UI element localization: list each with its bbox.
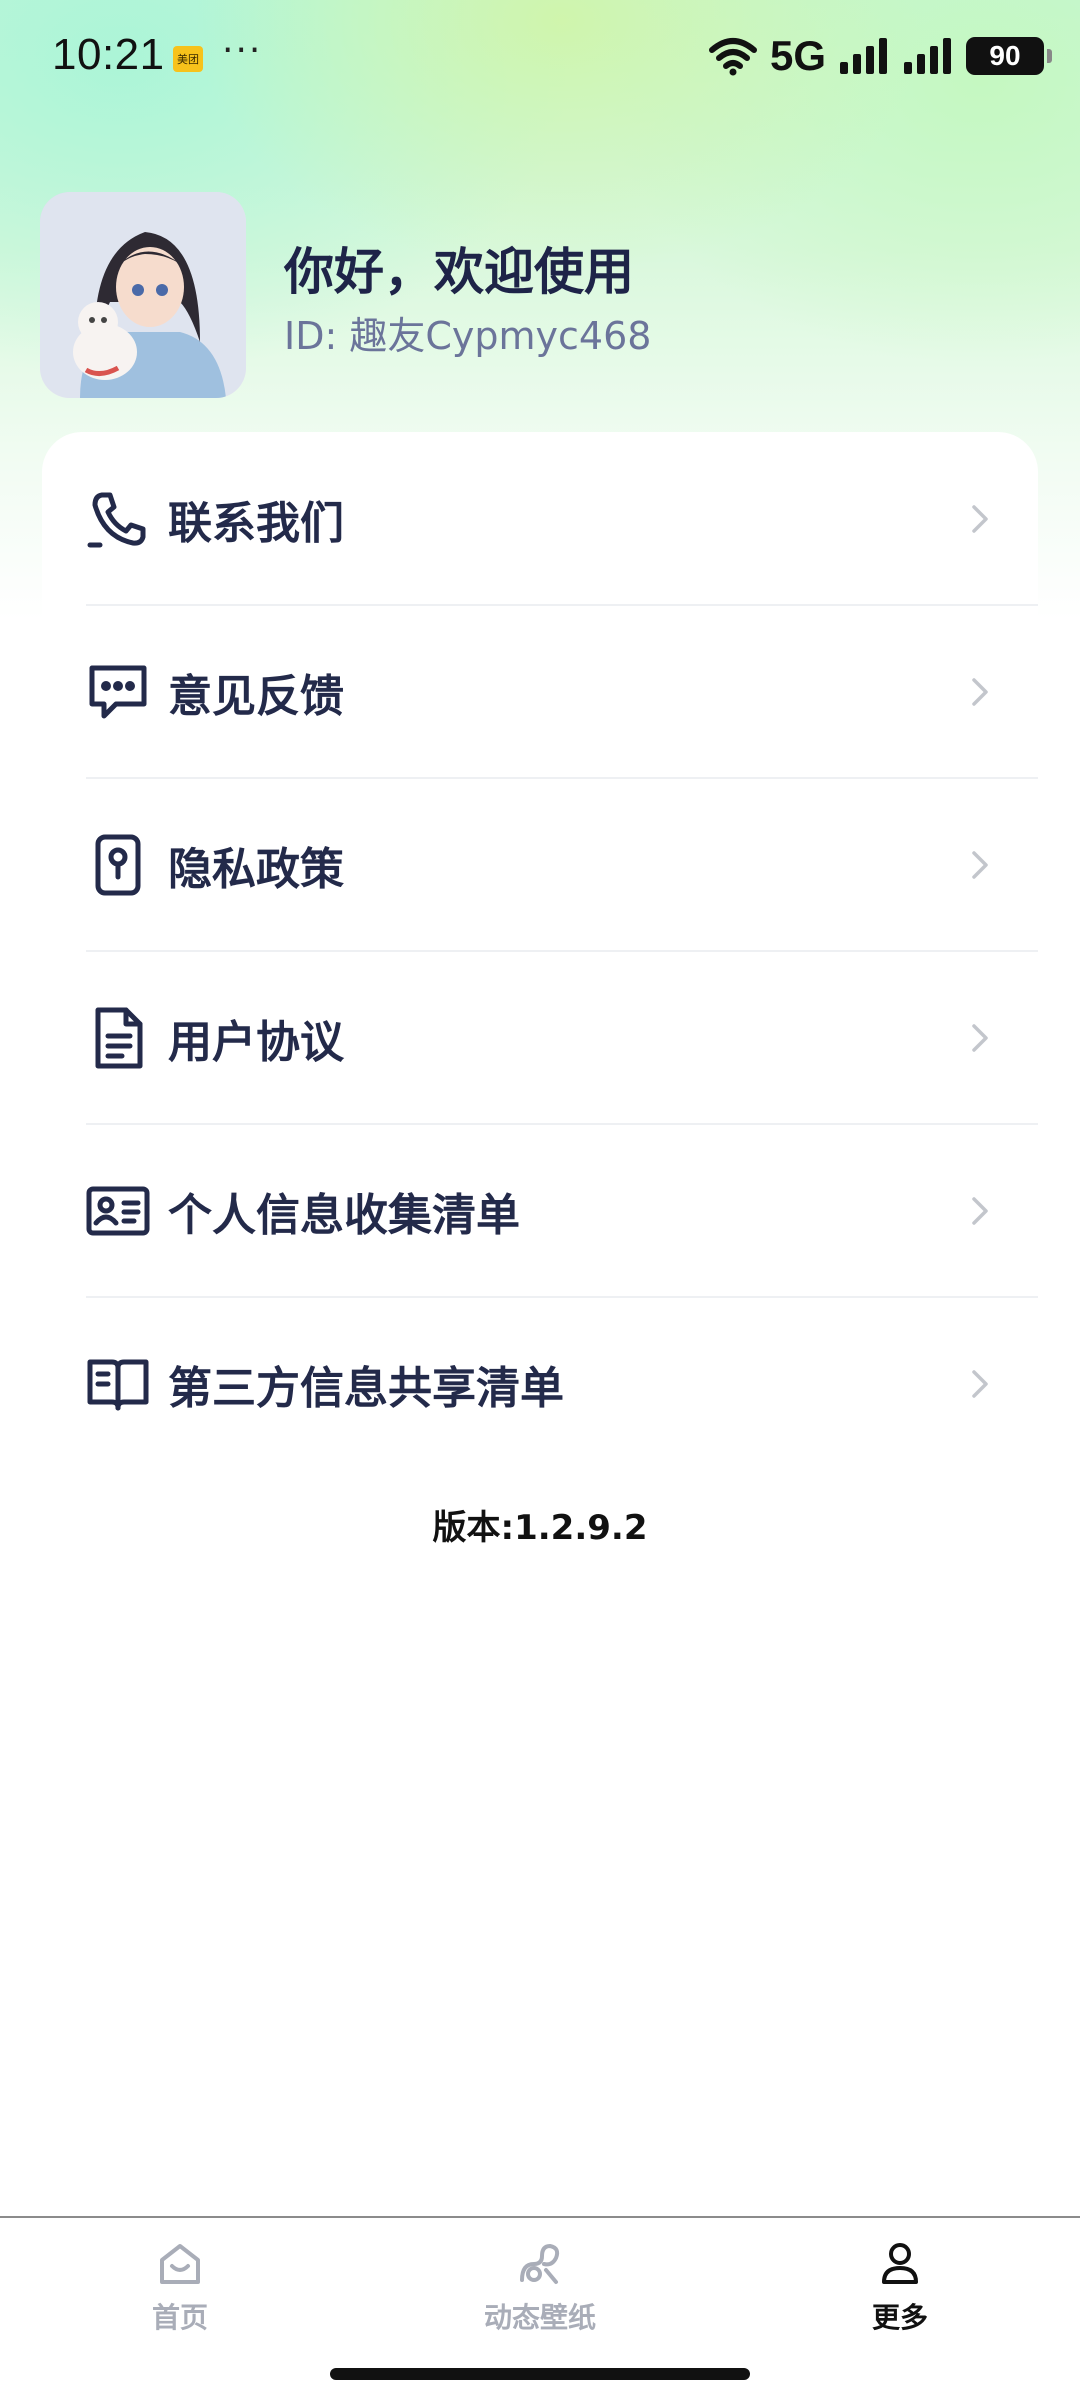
home-indicator[interactable] <box>330 2368 750 2380</box>
version-label: 版本:1.2.9.2 <box>432 1508 648 1548</box>
wifi-icon <box>708 38 757 76</box>
user-id: ID: 趣友Cypmyc468 <box>284 314 652 358</box>
avatar-illustration <box>40 192 246 398</box>
status-indicators: 5G 90 <box>708 32 1052 79</box>
menu-item-personal-info-list[interactable]: 个人信息收集清单 <box>42 1124 1038 1297</box>
avatar[interactable] <box>40 192 246 398</box>
privacy-keyhole-icon <box>82 829 154 901</box>
menu-item-label: 个人信息收集清单 <box>168 1189 520 1241</box>
meituan-app-icon: 美团 <box>173 46 203 72</box>
phone-icon <box>82 483 154 555</box>
tab-more[interactable]: 更多 <box>780 2218 1020 2338</box>
chat-bubble-icon <box>82 656 154 728</box>
menu-item-user-agreement[interactable]: 用户协议 <box>42 951 1038 1124</box>
menu-item-privacy-policy[interactable]: 隐私政策 <box>42 778 1038 951</box>
tab-live-wallpaper[interactable]: 动态壁纸 <box>420 2218 660 2338</box>
menu-item-third-party-sharing-list[interactable]: 第三方信息共享清单 <box>42 1297 1038 1470</box>
status-time: 10:21 <box>52 30 165 79</box>
chevron-right-icon <box>972 1023 988 1052</box>
signal-bars-icon <box>840 38 887 74</box>
menu-item-label: 隐私政策 <box>168 843 344 895</box>
home-icon <box>160 2244 200 2284</box>
chevron-right-icon <box>972 504 988 533</box>
menu-item-feedback[interactable]: 意见反馈 <box>42 605 1038 778</box>
signal-bars-icon-2 <box>904 38 951 74</box>
menu-item-label: 用户协议 <box>168 1016 344 1068</box>
battery-indicator: 90 <box>966 37 1052 75</box>
tab-label: 更多 <box>871 2301 928 2334</box>
wallpaper-icon <box>520 2244 560 2284</box>
menu-item-label: 联系我们 <box>168 497 344 549</box>
tab-label: 动态壁纸 <box>483 2301 596 2334</box>
menu-item-label: 意见反馈 <box>168 670 344 722</box>
more-notifications-icon: ··· <box>222 30 263 71</box>
tab-home[interactable]: 首页 <box>60 2218 300 2338</box>
chevron-right-icon <box>972 677 988 706</box>
menu-item-contact-us[interactable]: 联系我们 <box>42 432 1038 605</box>
network-type-label: 5G <box>769 32 826 79</box>
open-book-icon <box>82 1348 154 1420</box>
menu-item-label: 第三方信息共享清单 <box>168 1362 564 1414</box>
tab-label: 首页 <box>151 2301 208 2334</box>
id-card-icon <box>82 1175 154 1247</box>
document-icon <box>82 1002 154 1074</box>
person-icon <box>882 2243 918 2284</box>
chevron-right-icon <box>972 1369 988 1398</box>
status-bar: 10:21 美团 ··· 5G 90 <box>0 0 1080 120</box>
greeting-title: 你好，欢迎使用 <box>284 243 634 301</box>
chevron-right-icon <box>972 1196 988 1225</box>
chevron-right-icon <box>972 850 988 879</box>
